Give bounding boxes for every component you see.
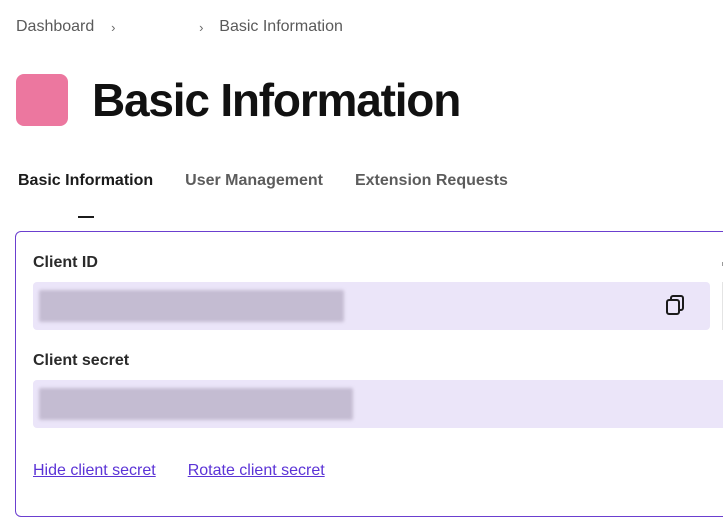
client-id-value [39,290,344,322]
breadcrumb: Dashboard › › Basic Information [16,16,343,38]
page-header: Basic Information [16,72,461,128]
client-id-field[interactable] [33,282,710,330]
tab-extension-requests[interactable]: Extension Requests [355,172,508,212]
hide-client-secret-link[interactable]: Hide client secret [33,462,156,480]
app-logo [16,74,68,126]
credentials-card: Client ID Client secret Hide client secr… [15,231,723,517]
active-tab-indicator [77,216,94,218]
tab-label: User Management [185,172,323,189]
client-secret-value [39,388,353,420]
tab-user-management[interactable]: User Management [185,172,323,212]
breadcrumb-dashboard-link[interactable]: Dashboard [16,18,94,36]
client-id-label: Client ID [33,254,98,271]
breadcrumb-current: Basic Information [219,18,343,35]
tab-bar: Basic Information User Management Extens… [18,172,540,218]
copy-icon [666,295,684,315]
client-secret-label: Client secret [33,352,130,369]
page-title: Basic Information [92,74,461,126]
tab-label: Basic Information [18,172,154,189]
tab-label: Extension Requests [354,172,508,189]
chevron-right-icon: › [111,19,116,35]
client-secret-field[interactable] [33,380,723,428]
tab-basic-information[interactable]: Basic Information [18,172,154,218]
secret-actions: Hide client secret Rotate client secret [33,462,357,480]
rotate-client-secret-link[interactable]: Rotate client secret [188,462,325,480]
copy-client-id-button[interactable] [662,292,688,318]
chevron-right-icon: › [199,19,204,35]
